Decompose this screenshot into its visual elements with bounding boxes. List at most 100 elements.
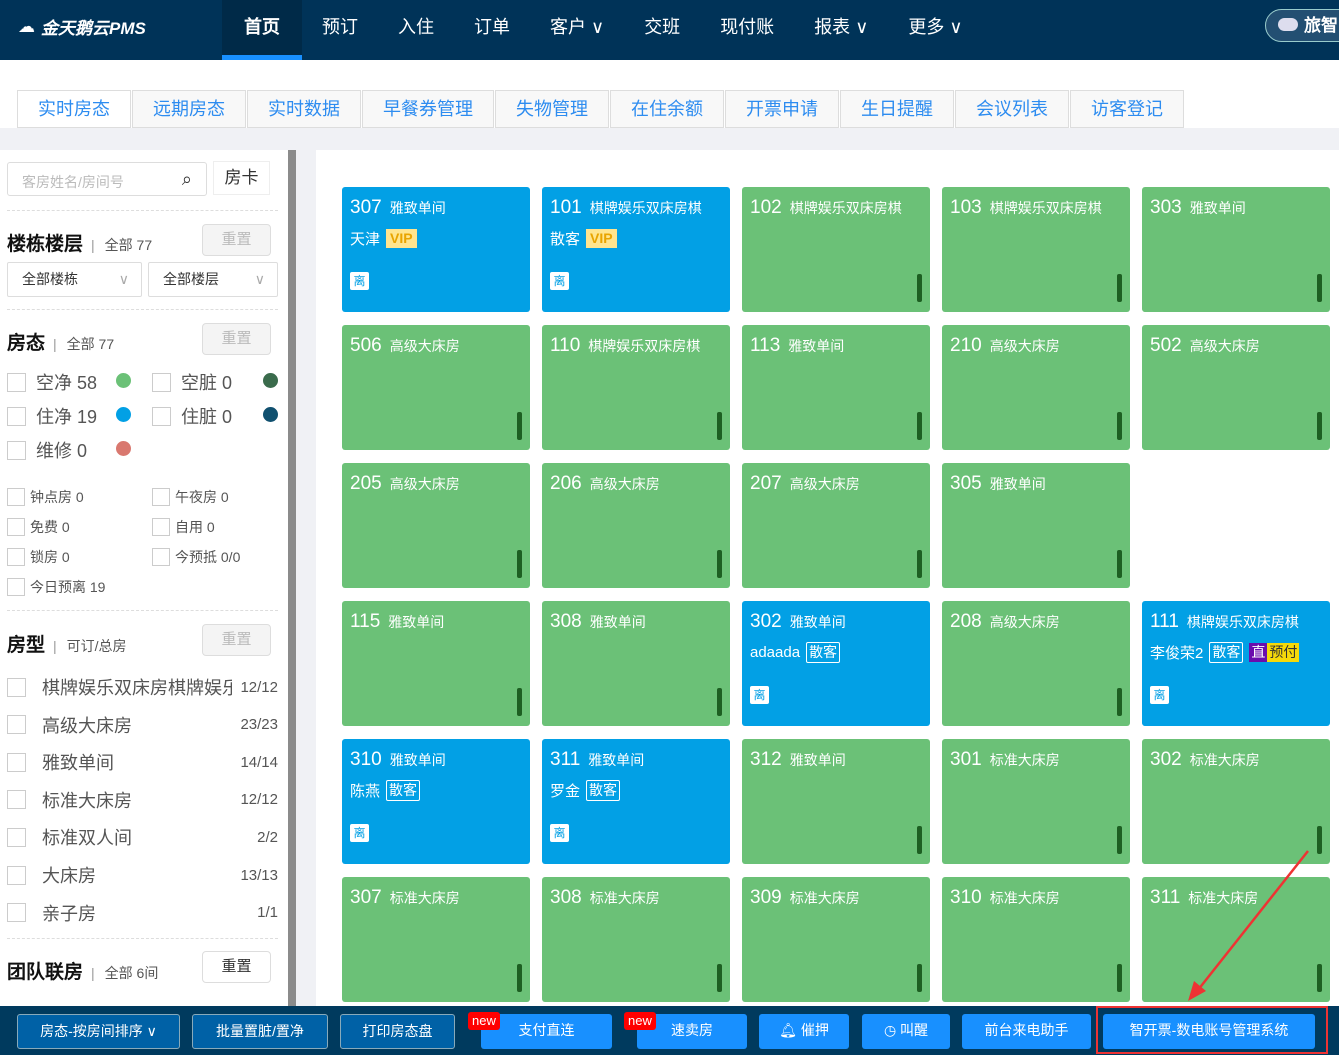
- checkbox[interactable]: [7, 518, 25, 536]
- logo[interactable]: ☁ 金天鹅云PMS: [18, 14, 146, 39]
- batch-dirty-clean-button[interactable]: 批量置脏/置净: [192, 1014, 328, 1049]
- checkbox[interactable]: [7, 827, 26, 847]
- subtab[interactable]: 实时房态: [17, 90, 131, 128]
- checkbox[interactable]: [7, 677, 26, 697]
- subtab[interactable]: 失物管理: [495, 90, 609, 128]
- checkbox[interactable]: [7, 790, 26, 810]
- filter-checkbox[interactable]: 今日预离 19: [7, 577, 105, 597]
- quick-sell-button[interactable]: new 速卖房: [624, 1012, 747, 1049]
- roomtype-item[interactable]: 雅致单间 14/14: [7, 749, 278, 775]
- subtab[interactable]: 在住余额: [610, 90, 724, 128]
- pay-direct-button[interactable]: new 支付直连: [468, 1012, 612, 1049]
- room-card[interactable]: 506 高级大床房: [342, 325, 530, 450]
- checkbox[interactable]: [7, 440, 26, 460]
- wake-up-button[interactable]: ◷ 叫醒: [862, 1014, 950, 1049]
- checkbox[interactable]: [7, 903, 26, 923]
- print-room-status-button[interactable]: 打印房态盘: [340, 1014, 455, 1049]
- room-card[interactable]: 111 棋牌娱乐双床房棋 李俊荣2 散客直预付离: [1142, 601, 1330, 726]
- filter-checkbox[interactable]: 免费 0: [7, 517, 70, 537]
- roomtype-item[interactable]: 亲子房 1/1: [7, 900, 278, 926]
- room-card[interactable]: 103 棋牌娱乐双床房棋: [942, 187, 1130, 312]
- filter-checkbox[interactable]: 自用 0: [152, 517, 215, 537]
- checkbox[interactable]: [152, 488, 170, 506]
- checkbox[interactable]: [7, 752, 26, 772]
- checkbox[interactable]: [7, 372, 26, 392]
- checkbox[interactable]: [7, 406, 26, 426]
- nav-item[interactable]: 预订: [302, 0, 378, 60]
- floor-select[interactable]: 全部楼层 ∨: [148, 262, 278, 297]
- brand-button[interactable]: 旅智: [1265, 9, 1339, 42]
- room-card[interactable]: 206 高级大床房: [542, 463, 730, 588]
- room-card[interactable]: 309 标准大床房: [742, 877, 930, 1002]
- nav-item[interactable]: 现付账: [700, 0, 794, 60]
- room-card[interactable]: 101 棋牌娱乐双床房棋 散客 VIP 离: [542, 187, 730, 312]
- checkbox[interactable]: [7, 578, 25, 596]
- group-reset-button[interactable]: 重置: [202, 951, 271, 983]
- room-card[interactable]: 205 高级大床房: [342, 463, 530, 588]
- room-card[interactable]: 115 雅致单间: [342, 601, 530, 726]
- checkbox[interactable]: [152, 518, 170, 536]
- building-select[interactable]: 全部楼栋 ∨: [7, 262, 142, 297]
- building-reset-button[interactable]: 重置: [202, 224, 271, 256]
- status-reset-button[interactable]: 重置: [202, 323, 271, 355]
- front-desk-phone-button[interactable]: 前台来电助手: [962, 1014, 1091, 1049]
- status-checkbox[interactable]: 维修 0: [7, 437, 87, 463]
- status-checkbox[interactable]: 空脏 0: [152, 369, 232, 395]
- roomtype-item[interactable]: 标准大床房 12/12: [7, 787, 278, 813]
- room-card[interactable]: 208 高级大床房: [942, 601, 1130, 726]
- room-card[interactable]: 311 雅致单间 罗金 散客离: [542, 739, 730, 864]
- nav-item[interactable]: 交班: [624, 0, 700, 60]
- subtab[interactable]: 会议列表: [955, 90, 1069, 128]
- room-card[interactable]: 312 雅致单间: [742, 739, 930, 864]
- checkbox[interactable]: [7, 865, 26, 885]
- checkbox[interactable]: [152, 548, 170, 566]
- room-card[interactable]: 305 雅致单间: [942, 463, 1130, 588]
- nav-item[interactable]: 入住: [378, 0, 454, 60]
- status-checkbox[interactable]: 空净 58: [7, 369, 97, 395]
- checkbox[interactable]: [152, 406, 171, 426]
- filter-checkbox[interactable]: 钟点房 0: [7, 487, 84, 507]
- subtab[interactable]: 早餐券管理: [362, 90, 494, 128]
- room-card[interactable]: 302 雅致单间 adaada 散客离: [742, 601, 930, 726]
- filter-checkbox[interactable]: 锁房 0: [7, 547, 70, 567]
- roomtype-reset-button[interactable]: 重置: [202, 624, 271, 656]
- room-card-button[interactable]: 房卡: [213, 161, 270, 195]
- subtab[interactable]: 生日提醒: [840, 90, 954, 128]
- nav-item[interactable]: 订单: [454, 0, 530, 60]
- room-card[interactable]: 301 标准大床房: [942, 739, 1130, 864]
- room-card[interactable]: 308 雅致单间: [542, 601, 730, 726]
- room-card[interactable]: 210 高级大床房: [942, 325, 1130, 450]
- subtab[interactable]: 远期房态: [132, 90, 246, 128]
- room-card[interactable]: 310 标准大床房: [942, 877, 1130, 1002]
- checkbox[interactable]: [7, 548, 25, 566]
- deposit-reminder-button[interactable]: 🔔︎ 催押: [759, 1014, 849, 1049]
- roomtype-item[interactable]: 标准双人间 2/2: [7, 824, 278, 850]
- filter-checkbox[interactable]: 今预抵 0/0: [152, 547, 240, 567]
- room-card[interactable]: 102 棋牌娱乐双床房棋: [742, 187, 930, 312]
- status-checkbox[interactable]: 住脏 0: [152, 403, 232, 429]
- room-card[interactable]: 307 雅致单间 天津 VIP 离: [342, 187, 530, 312]
- roomtype-item[interactable]: 大床房 13/13: [7, 862, 278, 888]
- roomtype-item[interactable]: 棋牌娱乐双床房棋牌娱乐 12/12: [7, 674, 278, 700]
- room-card[interactable]: 113 雅致单间: [742, 325, 930, 450]
- room-card[interactable]: 308 标准大床房: [542, 877, 730, 1002]
- status-checkbox[interactable]: 住净 19: [7, 403, 97, 429]
- room-card[interactable]: 303 雅致单间: [1142, 187, 1330, 312]
- room-card[interactable]: 110 棋牌娱乐双床房棋: [542, 325, 730, 450]
- checkbox[interactable]: [152, 372, 171, 392]
- room-card[interactable]: 310 雅致单间 陈燕 散客离: [342, 739, 530, 864]
- nav-item[interactable]: 首页: [222, 0, 302, 60]
- roomtype-item[interactable]: 高级大床房 23/23: [7, 712, 278, 738]
- room-card[interactable]: 502 高级大床房: [1142, 325, 1330, 450]
- filter-checkbox[interactable]: 午夜房 0: [152, 487, 229, 507]
- nav-item[interactable]: 客户 ∨: [530, 0, 624, 60]
- nav-item[interactable]: 更多 ∨: [888, 0, 982, 60]
- room-card[interactable]: 207 高级大床房: [742, 463, 930, 588]
- checkbox[interactable]: [7, 715, 26, 735]
- subtab[interactable]: 开票申请: [725, 90, 839, 128]
- search-input[interactable]: 客房姓名/房间号 ⌕: [7, 162, 207, 196]
- sidebar-scrollbar[interactable]: [288, 150, 296, 1006]
- room-card[interactable]: 307 标准大床房: [342, 877, 530, 1002]
- checkbox[interactable]: [7, 488, 25, 506]
- sort-select[interactable]: 房态-按房间排序 ∨: [17, 1014, 180, 1049]
